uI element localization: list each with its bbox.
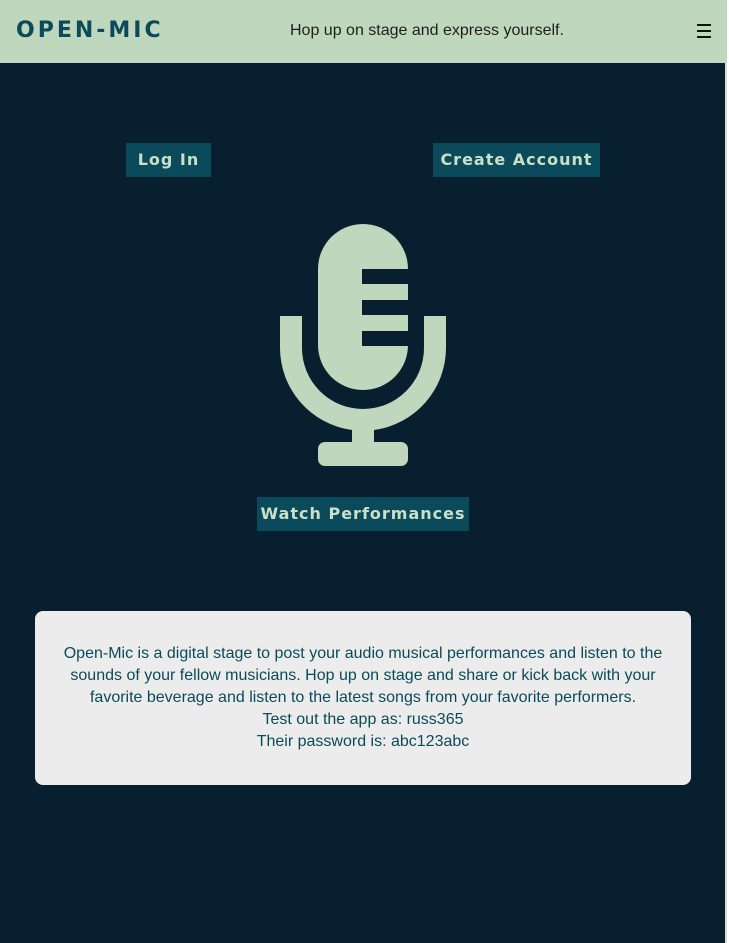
brand-logo[interactable]: OPEN-MIC — [16, 17, 164, 45]
test-user-text: Test out the app as: russ365 — [262, 711, 464, 728]
top-header: OPEN-MIC Hop up on stage and express you… — [0, 0, 727, 63]
test-password-text: Their password is: abc123abc — [256, 733, 470, 750]
menu-bar — [697, 36, 711, 38]
menu-bar — [697, 24, 711, 26]
tagline: Hop up on stage and express yourself. — [290, 22, 564, 39]
app-description: Open-Mic is a digital stage to post your… — [63, 645, 663, 706]
info-card: Open-Mic is a digital stage to post your… — [35, 611, 691, 785]
hamburger-menu-icon[interactable] — [694, 22, 714, 40]
menu-bar — [697, 30, 711, 32]
watch-performances-button[interactable]: Watch Performances — [257, 497, 469, 531]
log-in-button[interactable]: Log In — [126, 143, 211, 177]
create-account-button[interactable]: Create Account — [433, 143, 600, 177]
microphone-icon — [280, 224, 446, 466]
app-root: OPEN-MIC Hop up on stage and express you… — [0, 0, 727, 943]
